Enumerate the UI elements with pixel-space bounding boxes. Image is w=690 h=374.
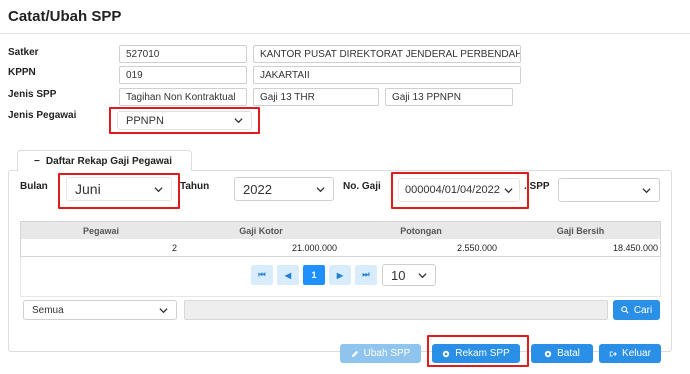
table-row[interactable]: 2 21.000.000 2.550.000 18.450.000: [21, 239, 660, 256]
ubah-spp-button[interactable]: Ubah SPP: [340, 344, 421, 363]
satker-code-field[interactable]: 527010: [119, 45, 247, 63]
jenis-pegawai-select[interactable]: PPNPN: [117, 111, 252, 130]
th-gaji-kotor: Gaji Kotor: [239, 225, 283, 236]
jenis-spp-field-1[interactable]: Tagihan Non Kontraktual: [119, 88, 247, 106]
rekap-tab[interactable]: − Daftar Rekap Gaji Pegawai: [17, 150, 192, 171]
last-page-icon[interactable]: ⏭: [355, 265, 377, 285]
chevron-down-icon: [316, 186, 325, 192]
ubah-spp-label: Ubah SPP: [363, 348, 411, 359]
exit-icon: [609, 351, 617, 356]
batal-button[interactable]: Batal: [531, 344, 593, 363]
chevron-down-icon: [642, 187, 651, 193]
spp-select[interactable]: [558, 178, 660, 202]
keluar-button[interactable]: Keluar: [599, 344, 661, 363]
scope-value: Semua: [32, 304, 64, 316]
cell-gaji-kotor: 21.000.000: [291, 242, 337, 253]
batal-label: Batal: [557, 348, 580, 359]
search-button[interactable]: Cari: [613, 300, 660, 320]
th-gaji-bersih: Gaji Bersih: [556, 225, 605, 236]
first-page-icon[interactable]: ⏮: [251, 265, 273, 285]
jenis-spp-field-2[interactable]: Gaji 13 THR: [253, 88, 379, 106]
rekap-table: Pegawai Gaji Kotor Potongan Gaji Bersih …: [20, 221, 661, 257]
tahun-label: Tahun: [180, 181, 210, 192]
page-size-select[interactable]: 10: [382, 264, 436, 286]
rekam-spp-label: Rekam SPP: [455, 348, 510, 359]
search-button-label: Cari: [633, 304, 653, 316]
chevron-down-icon: [159, 307, 168, 313]
pencil-icon: [351, 350, 358, 357]
tahun-value: 2022: [243, 181, 272, 197]
cell-gaji-bersih: 18.450.000: [612, 242, 658, 253]
prev-page-icon[interactable]: ◀: [277, 265, 299, 285]
page-1-button[interactable]: 1: [303, 265, 325, 285]
rekap-tab-label: Daftar Rekap Gaji Pegawai: [45, 155, 173, 167]
cancel-icon: [544, 350, 552, 357]
chevron-down-icon: [504, 187, 513, 193]
page-size-value: 10: [391, 267, 406, 283]
kppn-code-field[interactable]: 019: [119, 66, 247, 84]
nogaji-select[interactable]: 000004/01/04/2022: [398, 178, 520, 202]
search-icon: [621, 306, 629, 314]
kppn-label: KPPN: [8, 67, 36, 78]
search-input[interactable]: [184, 300, 608, 320]
jenis-spp-label: Jenis SPP: [8, 89, 57, 100]
nogaji-value: 000004/01/04/2022: [405, 184, 500, 196]
cell-pegawai: 2: [171, 242, 177, 253]
th-pegawai: Pegawai: [82, 225, 120, 236]
header-divider: [0, 33, 690, 34]
bulan-label: Bulan: [20, 181, 48, 192]
jenis-spp-field-3[interactable]: Gaji 13 PPNPN: [385, 88, 513, 106]
satker-name-field[interactable]: KANTOR PUSAT DIREKTORAT JENDERAL PERBEND…: [253, 45, 521, 63]
jenis-pegawai-label: Jenis Pegawai: [8, 110, 77, 121]
scope-select[interactable]: Semua: [23, 300, 177, 320]
th-potongan: Potongan: [400, 225, 442, 236]
bulan-value: Juni: [75, 181, 101, 197]
rekam-spp-button[interactable]: Rekam SPP: [432, 344, 520, 363]
satker-label: Satker: [8, 47, 39, 58]
nogaji-label: No. Gaji: [343, 181, 381, 192]
save-icon: [443, 350, 450, 357]
tahun-select[interactable]: 2022: [234, 177, 334, 201]
page-title: Catat/Ubah SPP: [8, 8, 122, 25]
kppn-name-field[interactable]: JAKARTAII: [253, 66, 521, 84]
chevron-down-icon: [234, 118, 243, 124]
spp-label: . SPP: [524, 181, 550, 192]
bulan-select[interactable]: Juni: [66, 177, 172, 201]
next-page-icon[interactable]: ▶: [329, 265, 351, 285]
table-header: Pegawai Gaji Kotor Potongan Gaji Bersih: [21, 222, 660, 239]
collapse-icon: −: [34, 155, 40, 167]
chevron-down-icon: [154, 186, 163, 192]
jenis-pegawai-value: PPNPN: [126, 114, 164, 127]
keluar-label: Keluar: [622, 348, 651, 359]
chevron-down-icon: [418, 272, 427, 278]
cell-potongan: 2.550.000: [456, 242, 497, 253]
